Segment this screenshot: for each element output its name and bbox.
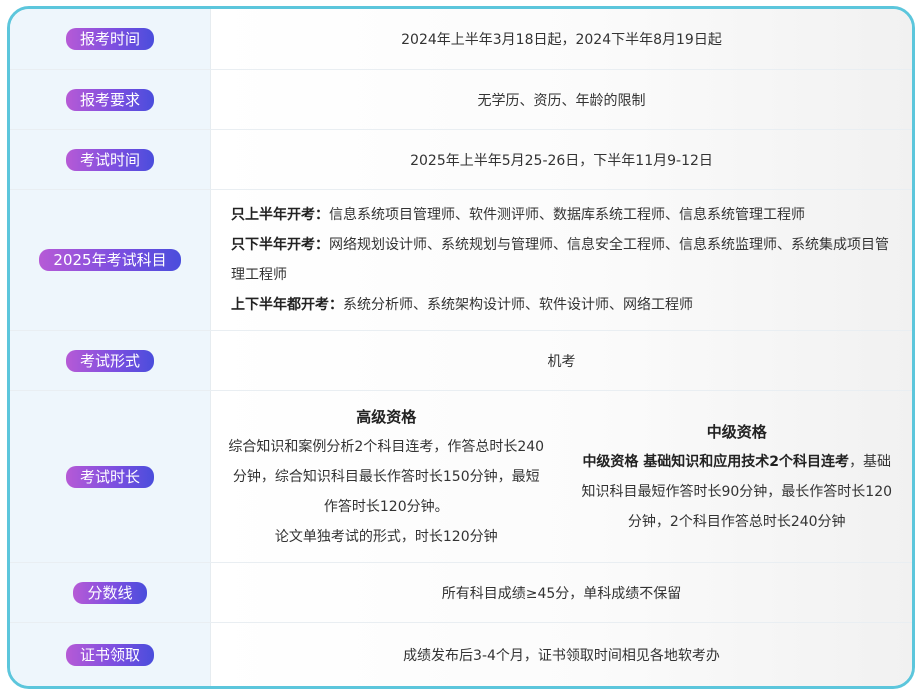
registration-time-value: 2024年上半年3月18日起，2024下半年8月19日起	[211, 9, 912, 69]
label-cell: 分数线	[10, 563, 211, 622]
row-duration: 考试时长 高级资格 综合知识和案例分析2个科目连考，作答总时长240分钟，综合知…	[10, 391, 912, 563]
mid-paragraph: 中级资格 基础知识和应用技术2个科目连考，基础知识科目最短作答时长90分钟，最长…	[579, 447, 895, 537]
certificate-value: 成绩发布后3-4个月，证书领取时间相见各地软考办	[211, 623, 912, 686]
mid-column: 中级资格 中级资格 基础知识和应用技术2个科目连考，基础知识科目最短作答时长90…	[562, 391, 913, 562]
label-cell: 报考时间	[10, 9, 211, 69]
row-subjects: 2025年考试科目 只上半年开考：信息系统项目管理师、软件测评师、数据库系统工程…	[10, 190, 912, 331]
duration-columns: 高级资格 综合知识和案例分析2个科目连考，作答总时长240分钟，综合知识科目最长…	[211, 391, 912, 562]
label-cell: 考试时间	[10, 130, 211, 189]
senior-text: 综合知识和案例分析2个科目连考，作答总时长240分钟，综合知识科目最长作答时长1…	[228, 438, 545, 515]
mid-title: 中级资格	[706, 422, 767, 441]
first-half-line: 只上半年开考：信息系统项目管理师、软件测评师、数据库系统工程师、信息系统管理工程…	[231, 200, 892, 230]
second-half-line: 只下半年开考：网络规划设计师、系统规划与管理师、信息安全工程师、信息系统监理师、…	[231, 230, 892, 290]
exam-form-value: 机考	[211, 331, 912, 390]
row-exam-time: 考试时间 2025年上半年5月25-26日，下半年11月9-12日	[10, 130, 912, 190]
row-certificate: 证书领取 成绩发布后3-4个月，证书领取时间相见各地软考办	[10, 623, 912, 686]
label-cell: 证书领取	[10, 623, 211, 686]
requirements-value: 无学历、资历、年龄的限制	[211, 70, 912, 129]
label-cell: 考试形式	[10, 331, 211, 390]
both-list: 系统分析师、系统架构设计师、软件设计师、网络工程师	[343, 297, 693, 313]
label-cell: 2025年考试科目	[10, 190, 211, 330]
first-half-list: 信息系统项目管理师、软件测评师、数据库系统工程师、信息系统管理工程师	[329, 207, 805, 223]
mid-bold-text: 中级资格 基础知识和应用技术2个科目连考	[582, 453, 850, 470]
exam-form-label: 考试形式	[65, 349, 154, 372]
both-halves-line: 上下半年都开考：系统分析师、系统架构设计师、软件设计师、网络工程师	[231, 290, 892, 320]
requirements-label: 报考要求	[65, 88, 154, 111]
senior-essay-text: 论文单独考试的形式，时长120分钟	[274, 528, 498, 545]
registration-time-label: 报考时间	[65, 28, 154, 50]
row-requirements: 报考要求 无学历、资历、年龄的限制	[10, 70, 912, 130]
senior-column: 高级资格 综合知识和案例分析2个科目连考，作答总时长240分钟，综合知识科目最长…	[211, 391, 562, 562]
senior-title: 高级资格	[356, 407, 417, 426]
subjects-label: 2025年考试科目	[39, 249, 181, 271]
duration-content: 高级资格 综合知识和案例分析2个科目连考，作答总时长240分钟，综合知识科目最长…	[211, 391, 912, 562]
label-cell: 考试时长	[10, 391, 211, 562]
score-line-value: 所有科目成绩≥45分，单科成绩不保留	[211, 563, 912, 622]
row-exam-form: 考试形式 机考	[10, 331, 912, 391]
exam-time-value: 2025年上半年5月25-26日，下半年11月9-12日	[211, 130, 912, 189]
both-prefix: 上下半年都开考：	[231, 297, 343, 313]
subjects-content: 只上半年开考：信息系统项目管理师、软件测评师、数据库系统工程师、信息系统管理工程…	[211, 190, 912, 330]
first-half-prefix: 只上半年开考：	[231, 207, 329, 223]
exam-time-label: 考试时间	[65, 148, 154, 171]
second-half-list: 网络规划设计师、系统规划与管理师、信息安全工程师、信息系统监理师、系统集成项目管…	[231, 237, 889, 283]
score-line-label: 分数线	[73, 581, 147, 604]
duration-label: 考试时长	[65, 465, 154, 488]
second-half-prefix: 只下半年开考：	[231, 237, 329, 253]
label-cell: 报考要求	[10, 70, 211, 129]
exam-info-table: 报考时间 2024年上半年3月18日起，2024下半年8月19日起 报考要求 无…	[7, 6, 915, 689]
row-score-line: 分数线 所有科目成绩≥45分，单科成绩不保留	[10, 563, 912, 623]
certificate-label: 证书领取	[65, 643, 154, 666]
row-registration-time: 报考时间 2024年上半年3月18日起，2024下半年8月19日起	[10, 9, 912, 70]
subjects-list: 只上半年开考：信息系统项目管理师、软件测评师、数据库系统工程师、信息系统管理工程…	[211, 200, 912, 320]
